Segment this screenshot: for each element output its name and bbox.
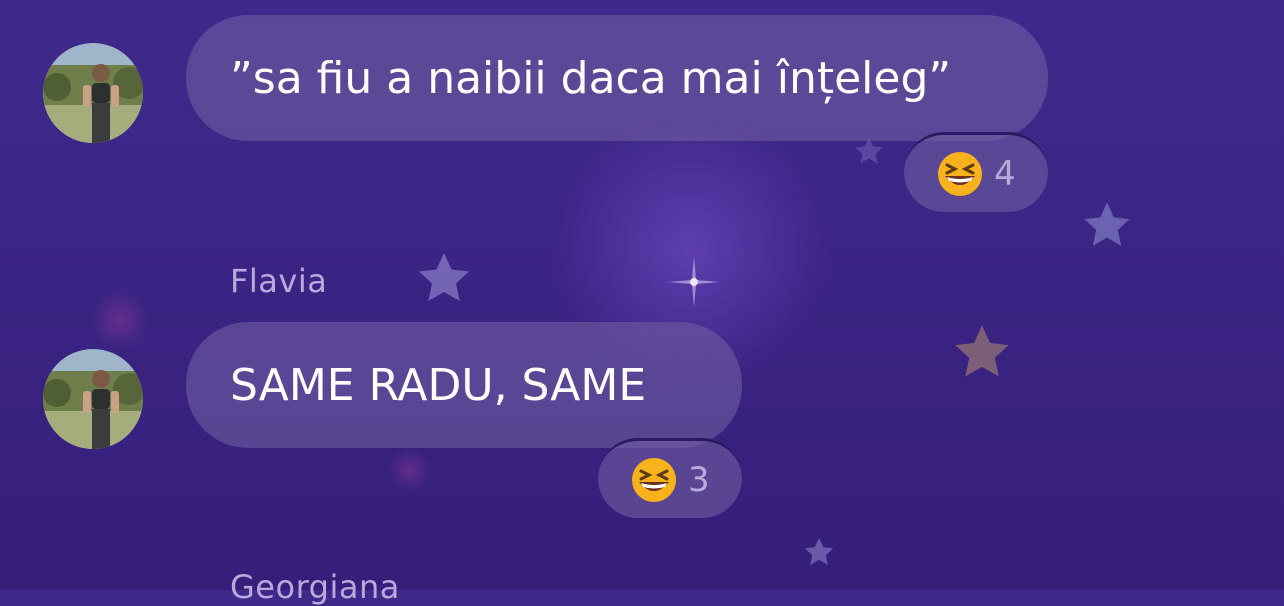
- reaction-chip[interactable]: 4: [904, 132, 1048, 212]
- star-decoration: [804, 537, 834, 566]
- message-text: SAME RADU, SAME: [230, 359, 647, 411]
- reaction-count: 3: [688, 459, 710, 500]
- message-bubble[interactable]: SAME RADU, SAME: [186, 322, 742, 448]
- reaction-count: 4: [994, 153, 1016, 194]
- star-decoration: [955, 325, 1009, 377]
- sparkle-decoration: [668, 256, 720, 308]
- profile-photo-icon: [43, 349, 143, 449]
- reaction-chip[interactable]: 3: [598, 438, 742, 518]
- grinning-squinting-face-icon: [632, 457, 676, 502]
- sender-name: Flavia: [230, 262, 328, 300]
- profile-photo-icon: [43, 43, 143, 143]
- star-decoration: [1084, 202, 1130, 246]
- avatar[interactable]: [43, 349, 143, 449]
- star-decoration: [419, 253, 469, 301]
- grinning-squinting-face-icon: [938, 151, 982, 196]
- message-bubble[interactable]: ”sa fiu a naibii daca mai înțeleg”: [186, 15, 1048, 141]
- message-text: ”sa fiu a naibii daca mai înțeleg”: [230, 52, 952, 104]
- sender-name: Georgiana: [230, 568, 400, 606]
- avatar[interactable]: [43, 43, 143, 143]
